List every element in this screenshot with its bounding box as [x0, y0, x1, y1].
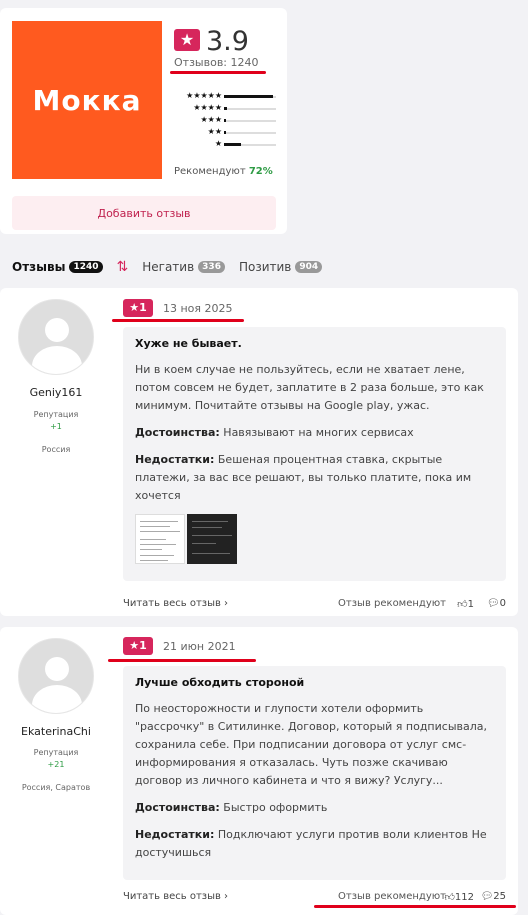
reputation-label: Репутация: [33, 748, 79, 757]
attachments: [135, 514, 494, 564]
fill-3: [224, 119, 227, 122]
average-rating: 3.9: [206, 26, 249, 57]
star-icon: ★: [174, 29, 200, 51]
review-body: Лучше обходить стороной По неосторожност…: [123, 666, 506, 880]
like-button[interactable]: 👍︎1: [457, 598, 474, 610]
stars-1: ★: [214, 139, 222, 148]
user-name[interactable]: Geniy161: [0, 386, 112, 399]
read-full-review-link[interactable]: Читать весь отзыв ›: [123, 891, 228, 902]
like-button[interactable]: 👍︎112: [444, 891, 474, 903]
count-badge: 336: [198, 261, 225, 273]
rating-distribution-1[interactable]: ★: [170, 139, 280, 151]
rating-badge: ★1: [123, 299, 153, 317]
rating-distribution-3[interactable]: ★★★: [170, 115, 280, 127]
recommend-label: Отзыв рекомендуют: [338, 891, 446, 902]
review-text: По неосторожности и глупости хотели офор…: [135, 702, 487, 787]
attachment-thumbnail[interactable]: [187, 514, 237, 564]
fill-2: [224, 131, 226, 134]
attachment-thumbnail[interactable]: [135, 514, 185, 564]
review-cons: Недостатки: Бешеная процентная ставка, с…: [135, 453, 472, 502]
review-date: 13 ноя 2025: [163, 302, 233, 315]
fill-1: [224, 143, 241, 146]
rating-distribution-5[interactable]: ★★★★★: [170, 91, 280, 103]
review-footer: Читать весь отзыв › Отзыв рекомендуют 👍︎…: [123, 891, 506, 905]
rating-badge: ★1: [123, 637, 153, 655]
rating-summary-card: Мокка ★ 3.9 Отзывов: 1240 ★★★★★ ★★★★ ★★★…: [0, 8, 287, 234]
sort-icon[interactable]: ⇅: [117, 259, 129, 275]
stars-3: ★★★: [200, 115, 222, 124]
review-title: Хуже не бывает.: [135, 337, 242, 350]
user-location: Россия, Саратов: [21, 783, 91, 792]
count-badge: 904: [295, 261, 323, 273]
stars-2: ★★: [207, 127, 222, 136]
recommend-label: Отзыв рекомендуют: [338, 598, 446, 609]
rating-distribution-2[interactable]: ★★: [170, 127, 280, 139]
user-location: Россия: [41, 445, 71, 454]
reputation-label: Репутация: [33, 410, 79, 419]
stars-4: ★★★★: [193, 103, 222, 112]
tab-positive[interactable]: Позитив 904: [239, 260, 323, 274]
recommend-percent: Рекомендуют 72%: [174, 166, 273, 177]
read-full-review-link[interactable]: Читать весь отзыв ›: [123, 598, 228, 609]
company-logo[interactable]: Мокка: [12, 21, 162, 179]
comments-button[interactable]: 💬︎0: [487, 598, 506, 609]
highlight-underline: [108, 659, 256, 662]
highlight-underline: [112, 319, 244, 322]
highlight-underline: [170, 71, 266, 74]
review-cons: Недостатки: Подключают услуги против вол…: [135, 828, 487, 859]
review-title: Лучше обходить стороной: [135, 676, 305, 689]
review-tabs: Отзывы 1240 ⇅ Негатив 336 Позитив 904: [12, 258, 336, 276]
review-date: 21 июн 2021: [163, 640, 236, 653]
recommend-value: 72%: [248, 166, 273, 177]
review-body: Хуже не бывает. Ни в коем случае не поль…: [123, 327, 506, 581]
tab-all-reviews[interactable]: Отзывы 1240: [12, 260, 103, 274]
reviews-count[interactable]: Отзывов: 1240: [174, 56, 259, 69]
count-badge: 1240: [69, 261, 103, 273]
stars-5: ★★★★★: [186, 91, 222, 100]
review-pros: Достоинства: Навязывают на многих сервис…: [135, 426, 414, 439]
review-footer: Читать весь отзыв › Отзыв рекомендуют 👍︎…: [123, 598, 506, 612]
fill-4: [224, 107, 228, 110]
review-card: Geniy161 Репутация +1 Россия ★1 13 ноя 2…: [0, 288, 518, 616]
rating-distribution-4[interactable]: ★★★★: [170, 103, 280, 115]
review-card: EkaterinaChi Репутация +21 Россия, Сарат…: [0, 627, 518, 915]
avatar[interactable]: [18, 299, 94, 375]
comments-button[interactable]: 💬︎25: [481, 891, 506, 902]
fill-5: [224, 95, 274, 98]
reputation-value: +1: [50, 422, 62, 431]
user-name[interactable]: EkaterinaChi: [0, 725, 112, 738]
reputation-value: +21: [47, 760, 65, 769]
avatar[interactable]: [18, 638, 94, 714]
review-pros: Достоинства: Быстро оформить: [135, 801, 328, 814]
review-text: Ни в коем случае не пользуйтесь, если не…: [135, 363, 484, 412]
tab-negative[interactable]: Негатив 336: [142, 260, 225, 274]
add-review-button[interactable]: Добавить отзыв: [12, 196, 276, 230]
highlight-underline: [314, 905, 516, 908]
logo-text: Мокка: [32, 83, 142, 117]
